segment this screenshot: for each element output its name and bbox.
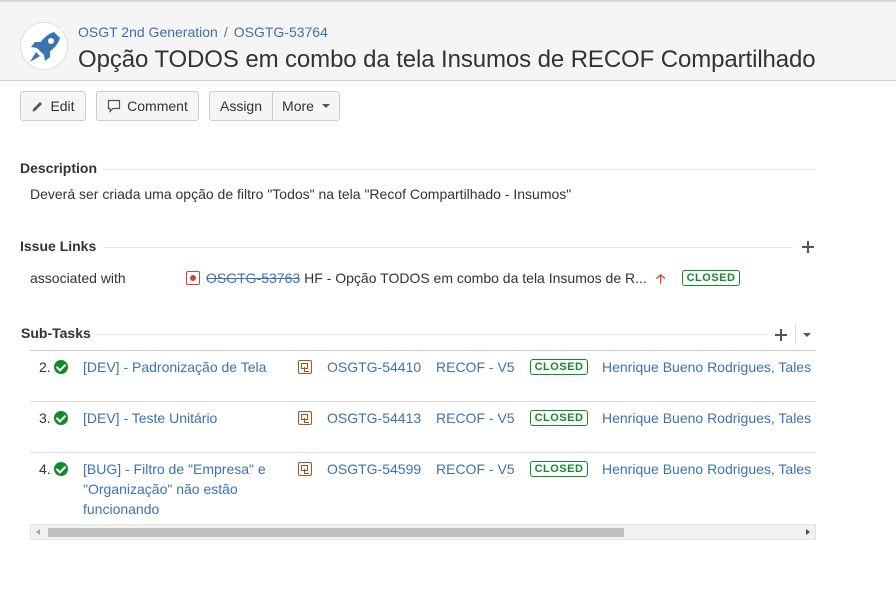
issue-links-divider (103, 247, 793, 248)
subtask-assignee-link[interactable]: Henrique Bueno Rodrigues, Tales (602, 461, 811, 477)
toolbar-separator (795, 323, 796, 345)
subtask-status-badge: CLOSED (530, 359, 588, 375)
description-heading[interactable]: Description (20, 160, 97, 176)
description-text: Deverá ser criada uma opção de filtro "T… (30, 186, 572, 202)
scroll-right-arrow-icon[interactable] (806, 529, 810, 535)
table-row[interactable]: 4. [BUG] - Filtro de "Empresa" e "Organi… (30, 453, 816, 524)
assign-button[interactable]: Assign (209, 91, 273, 121)
subtask-summary-link-line-2[interactable]: "Organização" não estão (83, 481, 238, 497)
link-relation-label: associated with (30, 270, 126, 286)
resolved-check-icon (54, 462, 68, 476)
subtask-summary-link[interactable]: [DEV] - Padronização de Tela (83, 359, 266, 375)
linked-issue: OSGTG-53763 HF - Opção TODOS em combo da… (186, 270, 647, 286)
assign-button-label: Assign (219, 98, 263, 114)
breadcrumb-separator: / (223, 24, 228, 40)
breadcrumb-issue-key-link[interactable]: OSGTG-53764 (234, 24, 328, 40)
subtask-key-link[interactable]: OSGTG-54410 (327, 359, 421, 375)
add-subtask-icon[interactable] (775, 329, 787, 341)
rocket-icon (21, 23, 67, 69)
breadcrumb-project-link[interactable]: OSGT 2nd Generation (78, 24, 218, 40)
edit-button-label: Edit (50, 98, 75, 114)
scrollbar-thumb[interactable] (48, 528, 624, 537)
linked-issue-status-badge: CLOSED (682, 270, 740, 286)
fix-version-link[interactable]: RECOF - V5 (436, 461, 515, 477)
comment-button[interactable]: Comment (96, 91, 199, 121)
more-button-label: More (282, 98, 314, 114)
horizontal-scrollbar[interactable] (30, 524, 816, 540)
subtask-assignee-link[interactable]: Henrique Bueno Rodrigues, Tales (602, 359, 811, 375)
description-divider (102, 169, 816, 170)
subtask-assignee-link[interactable]: Henrique Bueno Rodrigues, Tales (602, 410, 811, 426)
issue-links-heading[interactable]: Issue Links (20, 238, 96, 254)
subtask-summary-link-line-1[interactable]: [BUG] - Filtro de "Empresa" e (83, 461, 266, 477)
subtasks-options-chevron-icon[interactable] (803, 333, 811, 337)
table-row[interactable]: 2. [DEV] - Padronização de Tela OSGTG-54… (30, 351, 816, 402)
resolved-check-icon (54, 411, 68, 425)
comment-icon (108, 99, 121, 113)
subtask-number: 3. (39, 410, 51, 426)
subtask-type-icon (298, 360, 312, 374)
linked-issue-summary[interactable]: HF - Opção TODOS em combo da tela Insumo… (304, 270, 647, 286)
edit-button[interactable]: Edit (20, 91, 86, 121)
table-row[interactable]: 3. [DEV] - Teste Unitário OSGTG-54413 RE… (30, 402, 816, 453)
resolved-check-icon (54, 360, 68, 374)
subtask-summary-link[interactable]: [DEV] - Teste Unitário (83, 410, 217, 426)
issue-header: OSGT 2nd Generation / OSGTG-53764 Opção TO… (0, 0, 896, 81)
subtask-type-icon (298, 411, 312, 425)
fix-version-link[interactable]: RECOF - V5 (436, 410, 515, 426)
subtask-type-icon (298, 462, 312, 476)
pencil-icon (32, 101, 43, 111)
fix-version-link[interactable]: RECOF - V5 (436, 359, 515, 375)
subtasks-table: 2. [DEV] - Padronização de Tela OSGTG-54… (30, 350, 816, 524)
subtask-status-badge: CLOSED (530, 410, 588, 426)
scroll-left-arrow-icon[interactable] (36, 529, 40, 535)
subtask-key-link[interactable]: OSGTG-54413 (327, 410, 421, 426)
comment-button-label: Comment (127, 98, 188, 114)
subtask-number: 2. (39, 359, 51, 375)
subtasks-divider (97, 334, 767, 335)
issue-summary-title[interactable]: Opção TODOS em combo da tela Insumos de … (78, 46, 816, 74)
subtask-status-badge: CLOSED (530, 461, 588, 477)
chevron-down-icon (321, 104, 330, 108)
add-link-icon[interactable] (802, 241, 814, 253)
subtasks-heading[interactable]: Sub-Tasks (21, 325, 91, 341)
subtask-key-link[interactable]: OSGTG-54599 (327, 461, 421, 477)
more-actions-dropdown[interactable]: More (272, 91, 340, 121)
breadcrumb: OSGT 2nd Generation / OSGTG-53764 (78, 24, 328, 40)
arrow-up-icon: 🡡 (656, 271, 666, 286)
bug-icon (186, 271, 200, 285)
linked-issue-key[interactable]: OSGTG-53763 (206, 270, 300, 286)
subtask-summary-link-line-3[interactable]: funcionando (83, 501, 159, 517)
project-avatar[interactable] (20, 22, 68, 70)
subtask-number: 4. (39, 461, 51, 477)
